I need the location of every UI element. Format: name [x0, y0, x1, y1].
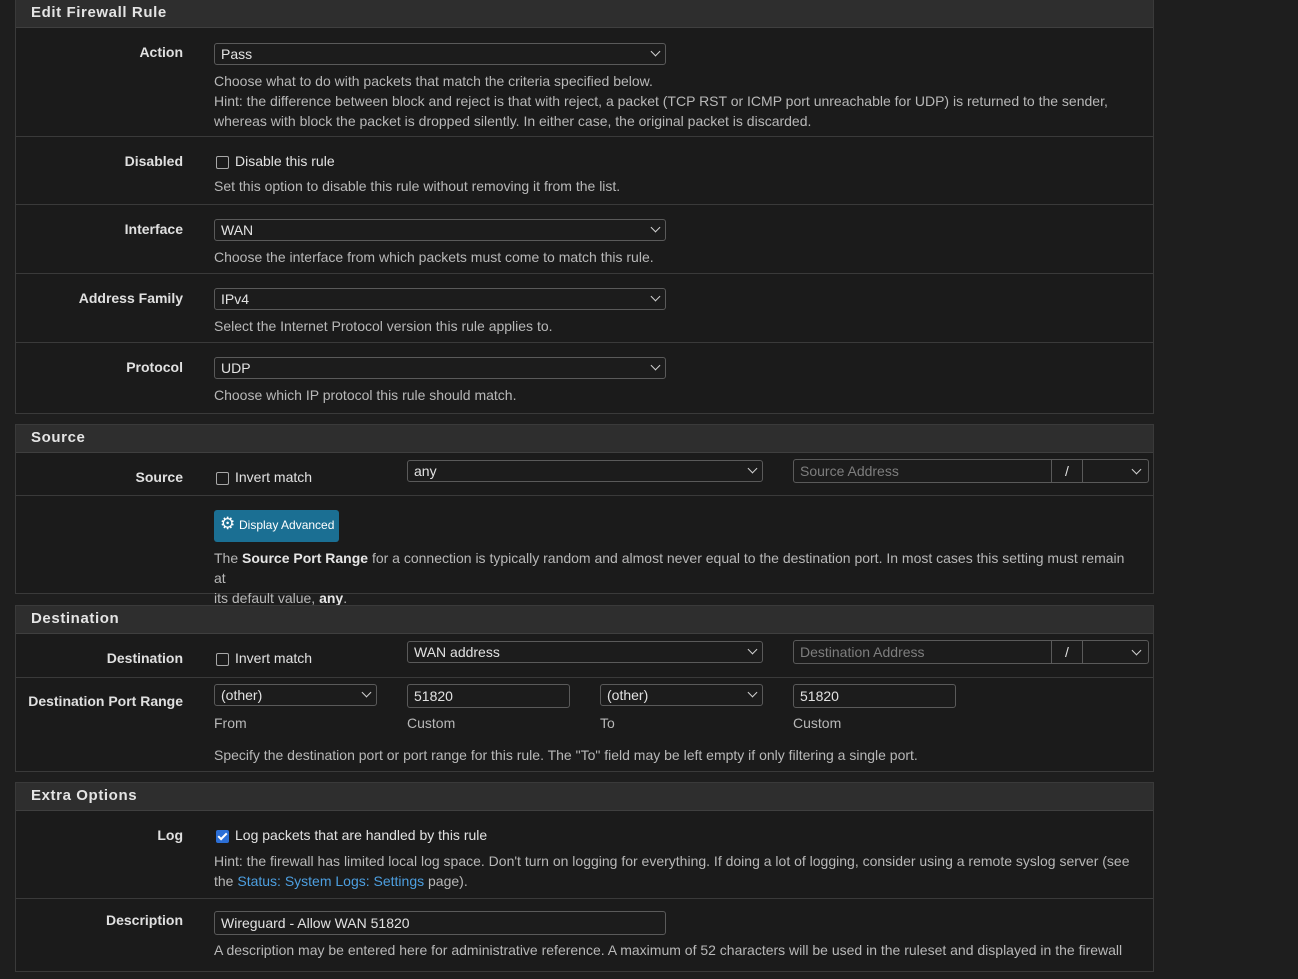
panel-title-source: Source [16, 425, 1153, 453]
destination-label: Destination [106, 650, 183, 666]
interface-row: Interface WAN Choose the interface from … [16, 205, 1153, 274]
disable-rule-checkbox-label[interactable]: Disable this rule [235, 153, 335, 169]
port-from-custom-input[interactable]: 51820 [407, 684, 570, 708]
log-checkbox[interactable] [216, 830, 229, 843]
source-row: Source Invert match any Source Address / [16, 453, 1153, 496]
protocol-select[interactable]: UDP [214, 357, 666, 379]
action-help: Choose what to do with packets that matc… [214, 71, 1139, 131]
port-to-select[interactable]: (other) [600, 684, 763, 706]
panel-title-destination: Destination [16, 606, 1153, 634]
source-type-select[interactable]: any [407, 460, 763, 482]
destination-panel: Destination Destination Invert match WAN… [15, 605, 1154, 772]
port-to-select-value: (other) [607, 687, 649, 703]
gear-icon: ⚙ [220, 514, 236, 533]
port-to-custom-caption: Custom [793, 715, 842, 731]
chevron-down-icon [650, 46, 661, 57]
protocol-row: Protocol UDP Choose which IP protocol th… [16, 343, 1153, 411]
port-from-custom-caption: Custom [407, 715, 456, 731]
port-to-custom-input[interactable]: 51820 [793, 684, 956, 708]
action-help-line3: whereas with block the packet is dropped… [214, 113, 812, 129]
source-cidr-separator: / [1051, 460, 1083, 482]
description-help: A description may be entered here for ad… [214, 942, 1123, 958]
chevron-down-icon [650, 291, 661, 302]
source-cidr-select[interactable] [1131, 464, 1142, 475]
log-row: Log Log packets that are handled by this… [16, 811, 1153, 899]
action-row: Action Pass Choose what to do with packe… [16, 28, 1153, 137]
log-help: Hint: the firewall has limited local log… [214, 851, 1139, 891]
panel-title-extra-options: Extra Options [16, 783, 1153, 811]
source-advanced-row: ⚙ Display Advanced The Source Port Range… [16, 496, 1153, 606]
destination-port-row: Destination Port Range (other) 51820 (ot… [16, 678, 1153, 771]
destination-row: Destination Invert match WAN address Des… [16, 634, 1153, 678]
action-select-value: Pass [221, 46, 253, 62]
chevron-down-icon [747, 644, 758, 655]
destination-type-select[interactable]: WAN address [407, 641, 763, 663]
disabled-row: Disabled Disable this rule Set this opti… [16, 137, 1153, 205]
action-label: Action [139, 44, 183, 60]
chevron-down-icon [361, 687, 372, 698]
port-from-select[interactable]: (other) [214, 684, 377, 706]
log-help-line2: the Status: System Logs: Settings page). [214, 873, 468, 889]
address-family-help: Select the Internet Protocol version thi… [214, 318, 553, 334]
action-help-line1: Choose what to do with packets that matc… [214, 73, 653, 89]
protocol-help: Choose which IP protocol this rule shoul… [214, 387, 517, 403]
destination-invert-label[interactable]: Invert match [235, 650, 312, 666]
source-type-value: any [414, 463, 437, 479]
disable-rule-checkbox[interactable] [216, 156, 229, 169]
log-help-line1: Hint: the firewall has limited local log… [214, 853, 1130, 869]
interface-select[interactable]: WAN [214, 219, 666, 241]
destination-port-help: Specify the destination port or port ran… [214, 747, 918, 763]
description-input[interactable]: Wireguard - Allow WAN 51820 [214, 911, 666, 935]
disabled-help: Set this option to disable this rule wit… [214, 178, 621, 194]
source-panel: Source Source Invert match any Source Ad… [15, 424, 1154, 606]
source-label: Source [135, 469, 183, 485]
display-advanced-label: Display Advanced [239, 518, 335, 532]
destination-address-group: Destination Address / [793, 640, 1149, 664]
chevron-down-icon [650, 360, 661, 371]
destination-cidr-separator: / [1051, 641, 1083, 663]
system-logs-settings-link[interactable]: Status: System Logs: Settings [237, 873, 424, 889]
address-family-select-value: IPv4 [221, 291, 250, 307]
action-select[interactable]: Pass [214, 43, 666, 65]
log-label: Log [157, 827, 183, 843]
source-invert-label[interactable]: Invert match [235, 469, 312, 485]
address-family-select[interactable]: IPv4 [214, 288, 666, 310]
source-port-help: The Source Port Range for a connection i… [214, 548, 1139, 608]
port-from-select-value: (other) [221, 687, 263, 703]
chevron-down-icon [747, 687, 758, 698]
source-port-help-line1: The Source Port Range for a connection i… [214, 550, 1125, 586]
destination-type-value: WAN address [414, 644, 500, 660]
port-from-caption: From [214, 715, 247, 731]
interface-help: Choose the interface from which packets … [214, 249, 654, 265]
protocol-label: Protocol [126, 359, 183, 375]
source-address-input[interactable]: Source Address [800, 463, 899, 479]
description-label: Description [105, 912, 183, 928]
port-to-caption: To [600, 715, 615, 731]
destination-port-range-label: Destination Port Range [28, 693, 183, 709]
disabled-label: Disabled [124, 153, 183, 169]
address-family-row: Address Family IPv4 Select the Internet … [16, 274, 1153, 343]
extra-options-panel: Extra Options Log Log packets that are h… [15, 782, 1154, 972]
source-address-group: Source Address / [793, 459, 1149, 483]
chevron-down-icon [747, 463, 758, 474]
protocol-select-value: UDP [221, 360, 251, 376]
destination-cidr-select[interactable] [1131, 645, 1142, 656]
display-advanced-button[interactable]: ⚙ Display Advanced [214, 510, 339, 542]
description-row: Description Wireguard - Allow WAN 51820 … [16, 899, 1153, 979]
destination-address-input[interactable]: Destination Address [800, 644, 925, 660]
log-checkbox-label[interactable]: Log packets that are handled by this rul… [235, 827, 487, 843]
address-family-label: Address Family [78, 290, 183, 306]
interface-select-value: WAN [221, 222, 254, 238]
chevron-down-icon [650, 222, 661, 233]
source-invert-checkbox[interactable] [216, 472, 229, 485]
edit-rule-panel: Edit Firewall Rule Action Pass Choose wh… [15, 0, 1154, 414]
panel-title-edit-rule: Edit Firewall Rule [16, 0, 1153, 28]
action-help-line2: Hint: the difference between block and r… [214, 93, 1108, 109]
interface-label: Interface [124, 221, 183, 237]
destination-invert-checkbox[interactable] [216, 653, 229, 666]
